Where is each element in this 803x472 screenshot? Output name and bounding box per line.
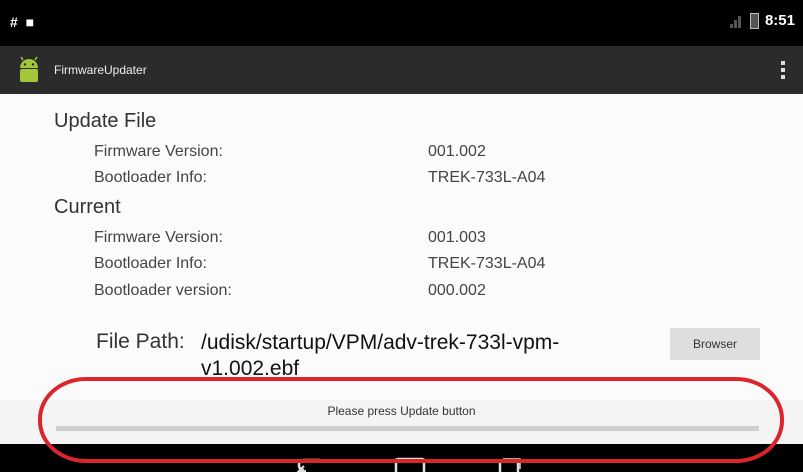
status-right: 8:51 bbox=[729, 12, 795, 29]
update-progress-bar bbox=[56, 426, 759, 431]
update-bootloader-info-label: Bootloader Info: bbox=[94, 169, 207, 186]
current-bootloader-version-label: Bootloader version: bbox=[94, 282, 232, 299]
current-bootloader-version-value: 000.002 bbox=[428, 282, 486, 299]
recents-icon[interactable] bbox=[498, 457, 522, 472]
overflow-menu-icon[interactable] bbox=[781, 61, 785, 79]
android-app-icon bbox=[20, 56, 38, 82]
update-bootloader-info-value: TREK-733L-A04 bbox=[428, 169, 546, 186]
current-firmware-version-value: 001.003 bbox=[428, 229, 486, 246]
signal-icon bbox=[729, 14, 744, 28]
action-bar: FirmwareUpdater bbox=[0, 46, 803, 94]
status-message: Please press Update button bbox=[327, 404, 476, 418]
file-path-label: File Path: bbox=[96, 330, 185, 353]
app-title: FirmwareUpdater bbox=[54, 63, 147, 77]
current-bootloader-info-value: TREK-733L-A04 bbox=[428, 255, 546, 272]
file-path-value: /udisk/startup/VPM/adv-trek-733l-vpm-v1.… bbox=[201, 331, 560, 380]
clock: 8:51 bbox=[764, 12, 795, 29]
back-icon[interactable] bbox=[296, 457, 322, 472]
status-bar: # ■ 8:51 bbox=[0, 0, 803, 46]
current-bootloader-info-label: Bootloader Info: bbox=[94, 255, 207, 272]
content-area: Update File Firmware Version: 001.002 Bo… bbox=[0, 94, 803, 444]
update-firmware-version-label: Firmware Version: bbox=[94, 143, 223, 160]
current-firmware-version-label: Firmware Version: bbox=[94, 229, 223, 246]
update-file-heading: Update File bbox=[54, 110, 157, 132]
update-firmware-version-value: 001.002 bbox=[428, 143, 486, 160]
home-icon[interactable] bbox=[394, 457, 426, 472]
browser-button[interactable]: Browser bbox=[670, 328, 760, 360]
notification-icons: # ■ bbox=[10, 14, 37, 30]
current-heading: Current bbox=[54, 196, 121, 218]
battery-icon bbox=[749, 12, 759, 29]
